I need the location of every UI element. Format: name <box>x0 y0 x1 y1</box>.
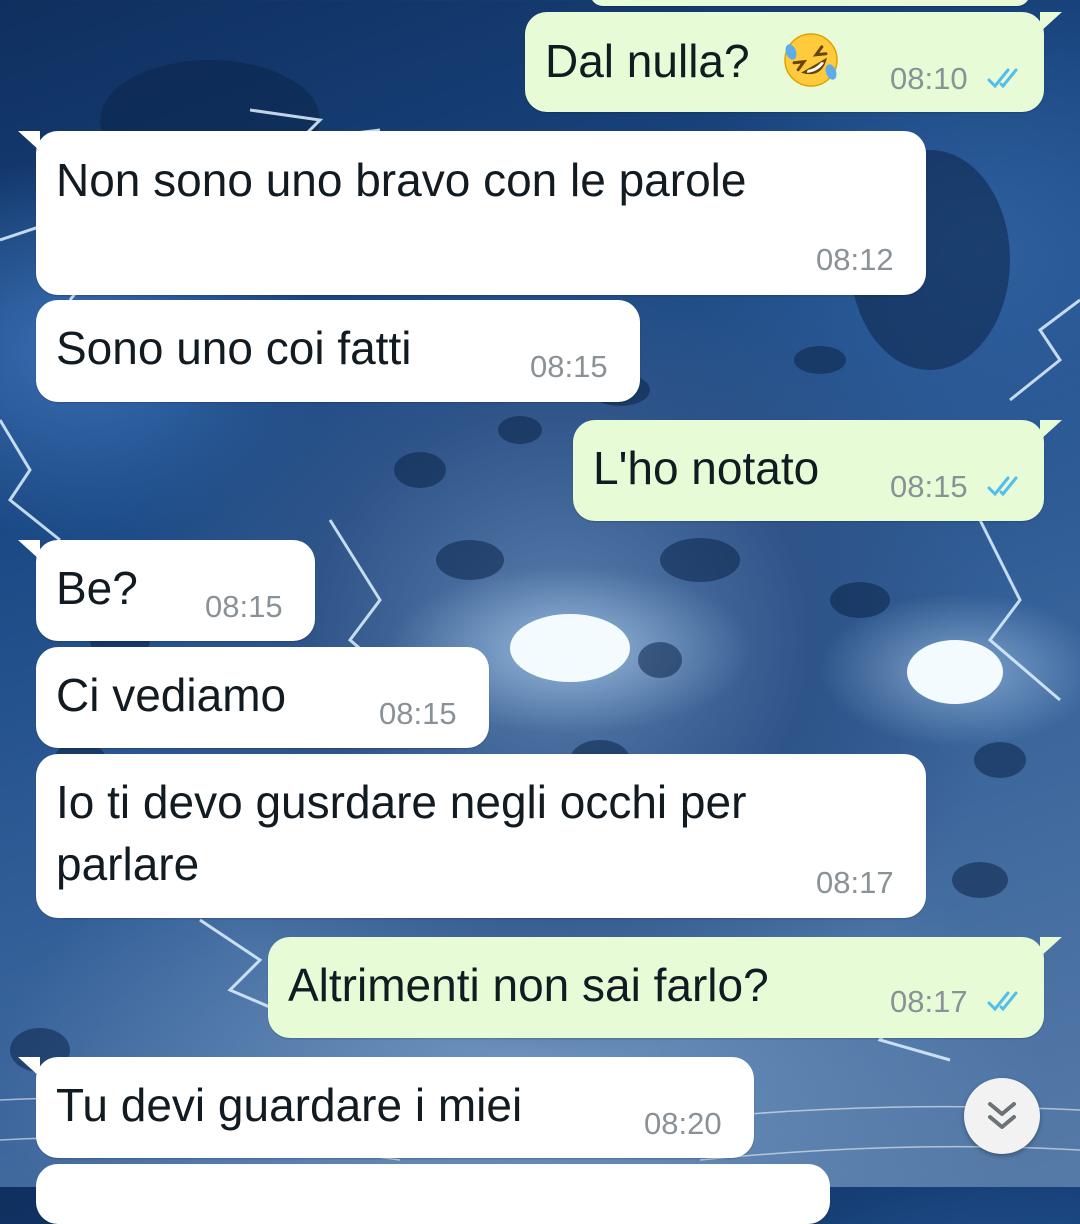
message-time: 08:10 <box>890 61 968 96</box>
message-text: Altrimenti non sai farlo? <box>288 959 769 1011</box>
message-time: 08:15 <box>890 469 968 504</box>
message-bubble-incoming[interactable]: Sono uno coi fatti 08:15 <box>36 300 640 402</box>
message-text: Tu devi guardare i miei <box>56 1079 523 1131</box>
next-message-bubble[interactable] <box>36 1164 830 1224</box>
message-text: Be? <box>56 562 138 614</box>
message-time: 08:15 <box>379 696 457 731</box>
message-bubble-incoming[interactable]: Be? 08:15 <box>18 540 315 641</box>
message-text: Ci vediamo <box>56 669 287 721</box>
message-text: Io ti devo gusrdare negli occhi per parl… <box>56 776 747 890</box>
message-time: 08:15 <box>530 349 608 384</box>
message-bubble-incoming[interactable]: Ci vediamo 08:15 <box>36 647 489 748</box>
message-time: 08:12 <box>816 242 894 277</box>
message-bubble-incoming[interactable]: Tu devi guardare i miei 08:20 <box>18 1057 754 1158</box>
read-receipt-icon <box>987 476 1018 497</box>
rolling-on-the-floor-laughing-emoji-icon <box>784 33 838 87</box>
message-bubble-outgoing[interactable]: L'ho notato 08:15 <box>573 420 1062 521</box>
read-receipt-icon <box>987 991 1018 1012</box>
message-text: Non sono uno bravo con le parole <box>56 154 747 206</box>
message-time: 08:20 <box>644 1106 722 1141</box>
message-time: 08:17 <box>816 865 894 900</box>
scroll-to-bottom-button[interactable] <box>964 1078 1040 1154</box>
message-text: L'ho notato <box>593 442 820 494</box>
read-receipt-icon <box>987 68 1018 89</box>
message-bubble-outgoing[interactable]: Dal nulla? 08:10 <box>525 12 1062 112</box>
previous-message-bubble[interactable] <box>590 0 1030 6</box>
message-bubble-incoming[interactable]: Io ti devo gusrdare negli occhi per parl… <box>36 754 926 918</box>
message-bubble-outgoing[interactable]: Altrimenti non sai farlo? 08:17 <box>268 937 1062 1038</box>
double-chevron-down-icon <box>988 1102 1016 1129</box>
message-text: Dal nulla? <box>545 35 750 87</box>
message-text: Sono uno coi fatti <box>56 322 412 374</box>
message-time: 08:15 <box>205 589 283 624</box>
message-bubble-incoming[interactable]: Non sono uno bravo con le parole 08:12 <box>18 131 926 295</box>
message-time: 08:17 <box>890 984 968 1019</box>
